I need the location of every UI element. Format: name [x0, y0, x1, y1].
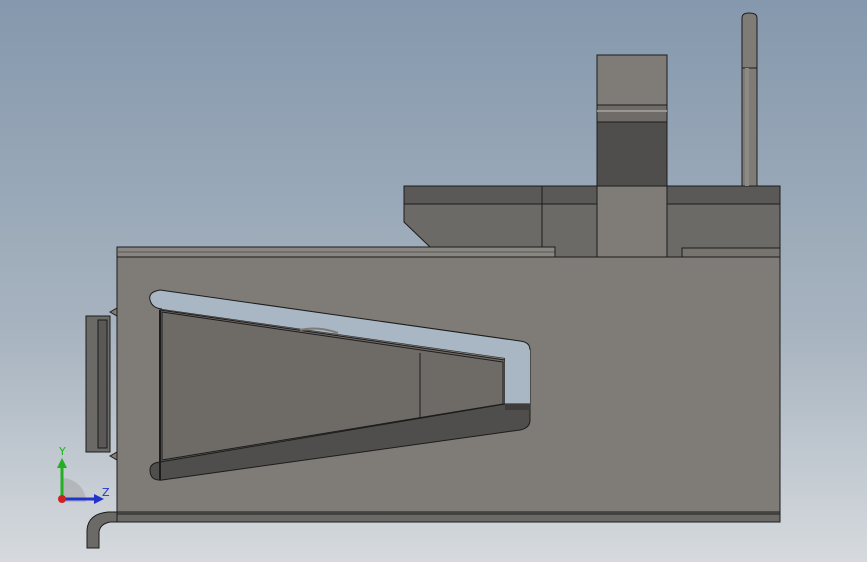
top-ledge: [116, 246, 556, 258]
coordinate-triad: Y Z: [57, 445, 110, 504]
bottom-hook-part: [86, 511, 118, 549]
right-pin: [741, 12, 758, 187]
triad-y-arrow: [57, 458, 67, 468]
upper-housing: [403, 185, 781, 258]
center-post: [596, 54, 668, 258]
triad-z-label: Z: [102, 486, 110, 499]
left-clip-part: [85, 307, 118, 461]
triad-x-origin: [58, 495, 66, 503]
model-view[interactable]: Y Z: [0, 0, 867, 562]
triad-y-label: Y: [58, 445, 66, 458]
graphics-viewport[interactable]: Y Z: [0, 0, 867, 562]
